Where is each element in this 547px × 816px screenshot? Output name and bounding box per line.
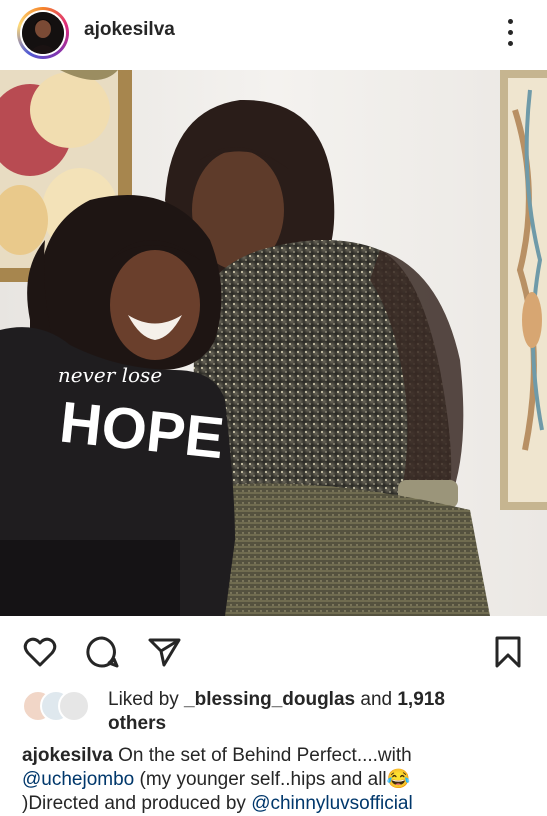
action-bar xyxy=(0,616,547,686)
likes-prefix: Liked by xyxy=(108,689,185,710)
caption-text: On the set of Behind Perfect....with xyxy=(112,745,412,766)
caption-text: )Directed and produced by xyxy=(22,793,252,814)
likes-others[interactable]: others xyxy=(108,713,166,734)
likes-text: Liked by _blessing_douglas and 1,918 othe… xyxy=(108,688,528,736)
likes-middle: and xyxy=(355,689,398,710)
post-photo[interactable]: never lose HOPE xyxy=(0,70,547,616)
heart-icon[interactable] xyxy=(22,634,58,670)
story-ring[interactable] xyxy=(17,7,69,59)
caption-mention[interactable]: @uchejombo xyxy=(22,769,134,790)
avatar-image xyxy=(22,12,64,54)
caption-username[interactable]: ajokesilva xyxy=(22,745,113,766)
caption-text: (my younger self..hips and all xyxy=(134,769,387,790)
likes-count[interactable]: 1,918 xyxy=(397,689,445,710)
likes-row: Liked by _blessing_douglas and 1,918 othe… xyxy=(22,688,532,736)
caption-mention[interactable]: @chinnyluvsofficial xyxy=(251,793,413,814)
post-username[interactable]: ajokesilva xyxy=(84,19,175,41)
post-header: ajokesilva xyxy=(0,0,547,66)
laughing-emoji-icon: 😂 xyxy=(386,769,411,790)
liker-avatars[interactable] xyxy=(22,690,98,722)
comment-icon[interactable] xyxy=(84,634,120,670)
avatar[interactable] xyxy=(20,10,66,56)
liker-avatar xyxy=(58,690,90,722)
send-icon[interactable] xyxy=(146,634,182,670)
shirt-text-top: never lose xyxy=(58,363,162,387)
caption: ajokesilva On the set of Behind Perfect.… xyxy=(22,744,532,816)
bookmark-icon[interactable] xyxy=(490,634,526,670)
more-vertical-icon[interactable] xyxy=(500,16,522,50)
liker-username[interactable]: _blessing_douglas xyxy=(184,689,355,710)
